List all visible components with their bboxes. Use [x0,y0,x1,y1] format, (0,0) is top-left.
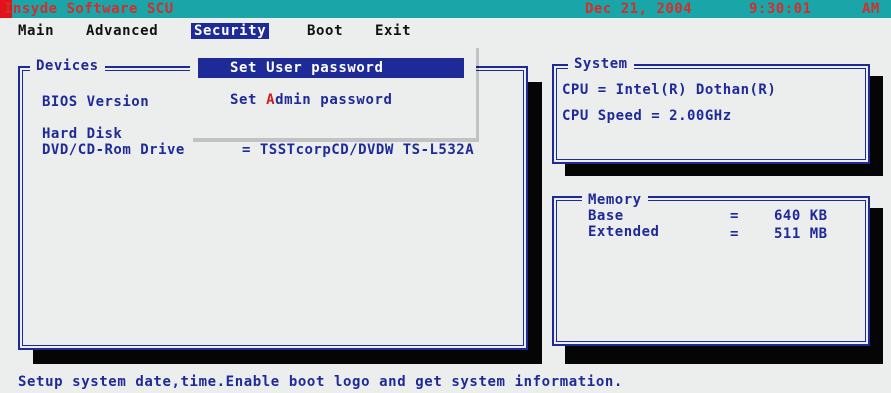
title-bar: Insyde Software SCU Dec 21, 2004 9:30:01… [0,0,891,18]
memory-panel: Memory Base = 640 KB Extended = 511 MB [552,192,870,346]
admin-password-prefix: Set [230,92,267,108]
cpu-info: CPU = Intel(R) Dothan(R) [562,82,777,98]
system-panel: System CPU = Intel(R) Dothan(R) CPU Spee… [552,56,870,164]
memory-title: Memory [582,192,648,208]
date-display: Dec 21, 2004 [585,1,693,17]
memory-extended-eq: = [730,226,739,242]
ampm-display: AM [862,1,880,17]
menu-bar: Main Advanced Security Boot Exit [0,20,891,42]
bios-screen: Insyde Software SCU Dec 21, 2004 9:30:01… [0,0,891,393]
memory-base-eq: = [730,208,739,224]
memory-extended-label: Extended [588,224,660,240]
menu-exit[interactable]: Exit [375,23,411,39]
hard-disk-label: Hard Disk [42,126,123,142]
app-title: Insyde Software SCU [4,1,174,17]
memory-base-label: Base [588,208,624,224]
set-user-password-item[interactable]: Set User password [198,58,464,78]
devices-title: Devices [30,58,105,74]
bios-version-label: BIOS Version [42,94,150,110]
cpu-speed-info: CPU Speed = 2.00GHz [562,108,732,124]
menu-advanced[interactable]: Advanced [86,23,158,39]
memory-base-value: 640 KB [774,208,828,224]
menu-security[interactable]: Security [191,23,270,39]
set-admin-password-item[interactable]: Set Admin password [198,90,464,110]
menu-main[interactable]: Main [18,23,54,39]
memory-extended-value: 511 MB [774,226,828,242]
system-title: System [568,56,634,72]
menu-boot[interactable]: Boot [307,23,343,39]
dvd-drive-value: = TSSTcorpCD/DVDW TS-L532A [242,142,475,158]
status-help-text: Setup system date,time.Enable boot logo … [18,374,623,390]
status-bar: Setup system date,time.Enable boot logo … [0,372,891,393]
security-dropdown: Set User password Set Admin password [190,44,476,138]
admin-password-hotkey: A [266,92,276,108]
dvd-drive-label: DVD/CD-Rom Drive [42,142,185,158]
time-display: 9:30:01 [749,1,812,17]
admin-password-suffix: dmin password [275,92,393,108]
